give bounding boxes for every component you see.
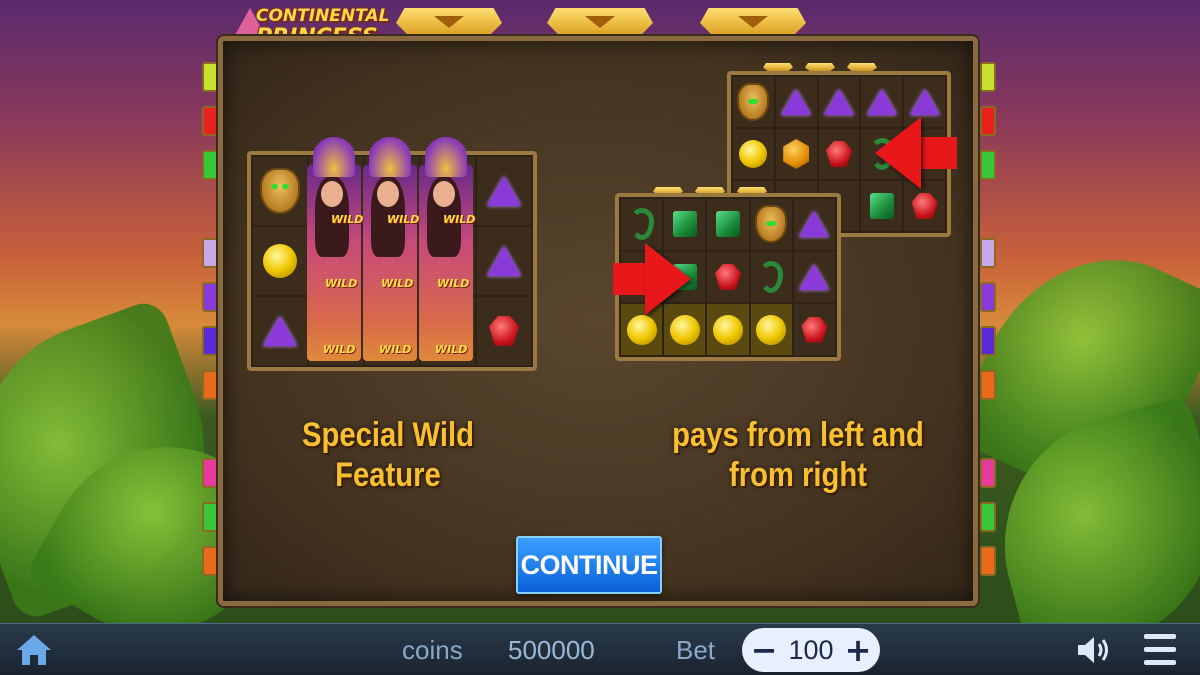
- arrow-left-body: [919, 137, 957, 169]
- symbol-jaguar: [253, 157, 307, 225]
- bet-value: 100: [788, 635, 834, 665]
- right-caption-line2: from right: [728, 456, 868, 494]
- wild-label: WILD: [331, 213, 364, 226]
- wild-label: WILD: [381, 277, 414, 290]
- symbol-amber-gem: [775, 129, 817, 179]
- symbol-purple-gem: [793, 199, 835, 250]
- wild-label: WILD: [323, 343, 356, 356]
- wild-label: WILD: [443, 213, 476, 226]
- symbol-purple-gem: [253, 297, 307, 365]
- bet-increase-button[interactable]: +: [840, 628, 876, 672]
- symbol-snake: [750, 251, 792, 303]
- wild-princess-reel: WILD WILD WILD: [419, 137, 476, 361]
- symbol-jaguar: [750, 199, 792, 250]
- bet-label: Bet: [676, 635, 716, 665]
- symbol-purple-gem: [818, 77, 860, 127]
- left-caption-line2: Feature: [335, 456, 441, 494]
- coins-label: coins: [402, 635, 463, 665]
- wild-princess-reel: WILD WILD WILD: [363, 137, 420, 361]
- symbol-purple-gem: [775, 77, 817, 127]
- symbol-yellow-gem: [750, 304, 792, 355]
- coins-value: 500000: [508, 635, 595, 665]
- sound-icon[interactable]: [1074, 634, 1114, 666]
- symbol-yellow-gem: [253, 227, 307, 295]
- wild-label: WILD: [435, 343, 468, 356]
- continue-button[interactable]: CONTINUE: [516, 536, 662, 594]
- right-line-markers: [980, 62, 996, 590]
- symbol-red-gem: [477, 297, 531, 365]
- wild-princess-reel: WILD WILD WILD: [307, 137, 364, 361]
- wild-label: WILD: [387, 213, 420, 226]
- symbol-purple-gem: [477, 157, 531, 225]
- symbol-yellow-gem: [707, 304, 749, 355]
- top-tab: [700, 8, 806, 38]
- wild-label: WILD: [379, 343, 412, 356]
- symbol-jaguar: [733, 77, 774, 127]
- top-tab: [396, 8, 502, 38]
- bet-decrease-button[interactable]: −: [746, 628, 782, 672]
- right-caption-line1: pays from left and: [672, 416, 924, 454]
- wild-label: WILD: [437, 277, 470, 290]
- home-icon[interactable]: [14, 632, 54, 668]
- arrow-right-body: [613, 263, 647, 295]
- symbol-purple-gem: [793, 251, 835, 303]
- left-caption-line1: Special Wild: [302, 416, 474, 454]
- bet-stepper: − 100 +: [742, 628, 880, 672]
- symbol-purple-gem: [477, 227, 531, 295]
- symbol-red-gem: [818, 129, 860, 179]
- left-line-markers: [202, 62, 218, 590]
- wild-label: WILD: [325, 277, 358, 290]
- info-panel: WILD WILD WILD WILD WILD WILD WILD WILD …: [218, 36, 978, 606]
- bottom-bar: coins 500000 Bet − 100 +: [0, 623, 1200, 675]
- arrow-left-icon: [875, 117, 921, 189]
- symbol-red-gem: [793, 304, 835, 355]
- symbol-yellow-gem: [733, 129, 774, 179]
- logo-title-line1: CONTINENTAL: [256, 6, 390, 26]
- menu-icon[interactable]: [1142, 630, 1178, 670]
- right-caption: pays from left and from right: [639, 415, 957, 495]
- arrow-right-icon: [645, 243, 691, 315]
- left-caption: Special Wild Feature: [272, 415, 504, 495]
- symbol-red-gem: [707, 251, 749, 303]
- top-tab: [547, 8, 653, 38]
- symbol-green-gem: [707, 199, 749, 250]
